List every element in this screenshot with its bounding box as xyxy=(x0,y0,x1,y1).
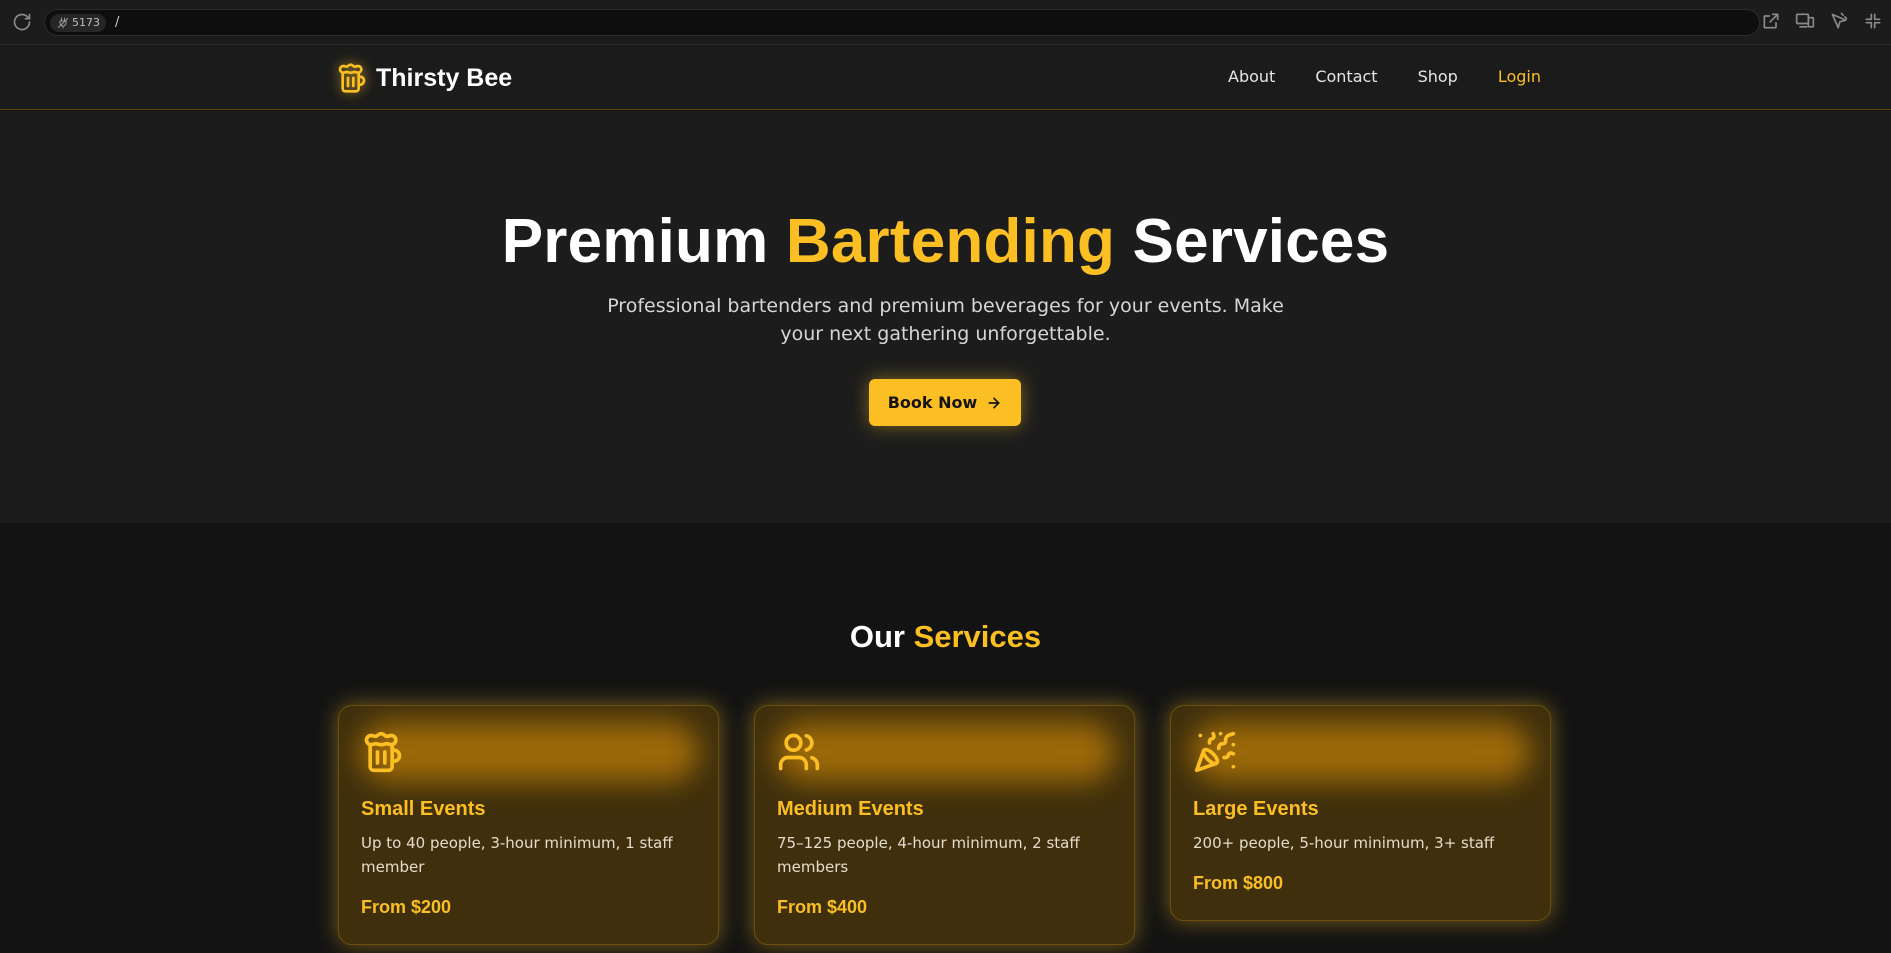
users-icon xyxy=(777,730,821,774)
service-card-small-events[interactable]: Small Events Up to 40 people, 3-hour min… xyxy=(338,705,719,945)
book-now-label: Book Now xyxy=(887,393,978,412)
card-glow xyxy=(1191,722,1531,782)
hero-subtitle: Professional bartenders and premium beve… xyxy=(607,295,1284,345)
url-path: / xyxy=(115,15,120,30)
main-menu: About Contact Shop Login xyxy=(1228,67,1541,86)
book-now-button[interactable]: Book Now xyxy=(869,379,1021,426)
nav-link-contact[interactable]: Contact xyxy=(1315,67,1377,86)
arrow-right-icon xyxy=(986,395,1002,411)
brand-link[interactable]: Thirsty Bee xyxy=(336,62,512,94)
card-description: 200+ people, 5-hour minimum, 3+ staff xyxy=(1193,834,1495,852)
hero-title-highlight: Bartending xyxy=(785,207,1116,276)
services-heading-highlight: Services xyxy=(913,619,1042,654)
card-price: From $800 xyxy=(1193,873,1284,893)
card-title: Small Events xyxy=(361,798,486,820)
beer-mug-icon xyxy=(361,730,405,774)
responsive-devices-icon[interactable] xyxy=(1795,11,1815,31)
collapse-icon[interactable] xyxy=(1863,11,1883,31)
beer-mug-icon xyxy=(336,62,368,94)
hero-section: Premium Bartending Services Professional… xyxy=(0,111,1891,523)
hero-title: Premium Bartending Services xyxy=(0,206,1891,277)
nav-link-about[interactable]: About xyxy=(1228,67,1275,86)
card-glow xyxy=(359,722,699,782)
select-element-icon[interactable] xyxy=(1829,11,1849,31)
open-external-icon[interactable] xyxy=(1761,11,1781,31)
card-description: Up to 40 people, 3-hour minimum, 1 staff… xyxy=(361,834,673,876)
reload-icon[interactable] xyxy=(12,12,32,32)
port-badge[interactable]: 5173 xyxy=(50,14,106,32)
nav-link-shop[interactable]: Shop xyxy=(1418,67,1458,86)
port-label: 5173 xyxy=(72,16,100,29)
address-bar[interactable]: 5173 / xyxy=(44,9,1760,36)
hero-title-end: Services xyxy=(1115,207,1390,276)
nav-link-login[interactable]: Login xyxy=(1498,67,1541,86)
card-title: Large Events xyxy=(1193,798,1319,820)
service-card-large-events[interactable]: Large Events 200+ people, 5-hour minimum… xyxy=(1170,705,1551,921)
site-header: Thirsty Bee About Contact Shop Login xyxy=(0,45,1891,110)
card-price: From $400 xyxy=(777,897,868,917)
services-heading: Our Services xyxy=(0,619,1891,655)
services-section: Our Services Small Events Up to 40 peopl… xyxy=(0,523,1891,953)
browser-toolbar: 5173 / xyxy=(0,0,1891,45)
card-title: Medium Events xyxy=(777,798,924,820)
card-price: From $200 xyxy=(361,897,452,917)
party-popper-icon xyxy=(1193,730,1237,774)
services-heading-start: Our xyxy=(849,619,914,654)
brand-name: Thirsty Bee xyxy=(376,63,513,92)
card-description: 75–125 people, 4-hour minimum, 2 staff m… xyxy=(777,834,1080,876)
hero-title-start: Premium xyxy=(501,207,786,276)
plug-icon xyxy=(57,17,69,29)
service-card-medium-events[interactable]: Medium Events 75–125 people, 4-hour mini… xyxy=(754,705,1135,945)
card-glow xyxy=(775,722,1115,782)
